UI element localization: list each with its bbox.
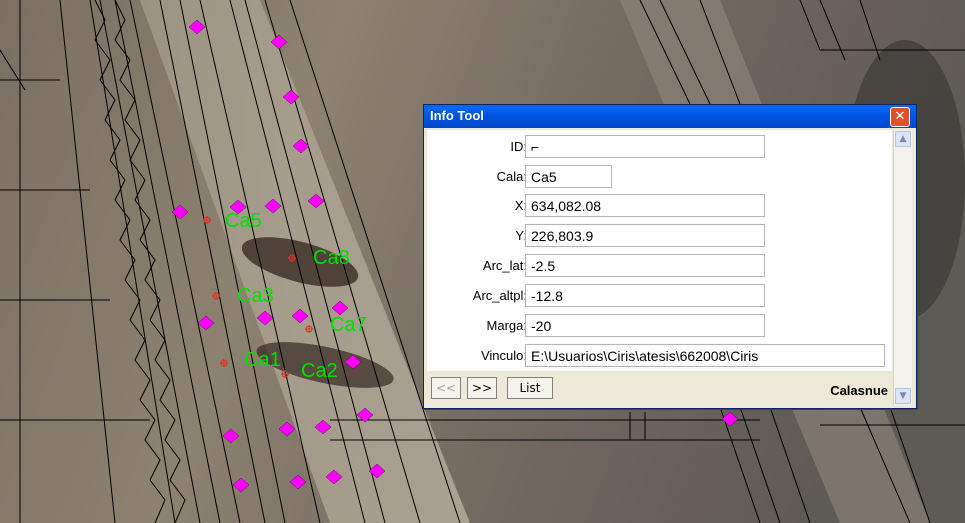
cala-field[interactable]: Ca5 (525, 165, 612, 188)
field-label-vinculo: Vinculo: (480, 348, 527, 363)
field-label-arc-altpl: Arc_altpl: (472, 288, 527, 303)
field-label-cala: Cala: (496, 169, 527, 184)
list-button[interactable]: List (507, 377, 553, 399)
vertical-scrollbar[interactable]: ▲ ▼ (893, 130, 912, 405)
previous-record-button[interactable]: << (431, 377, 461, 399)
title-bar[interactable]: Info Tool ✕ (424, 105, 916, 128)
field-label-marga: Marga: (486, 318, 527, 333)
map-label: Ca7 (330, 314, 367, 336)
map-label: Ca8 (313, 247, 350, 269)
info-tool-window[interactable]: Info Tool ✕ ID: ⌐ Cala: Ca5 X: 634,082.0… (423, 104, 917, 409)
map-label: Ca1 (244, 349, 281, 371)
window-title: Info Tool (430, 108, 484, 123)
y-field[interactable]: 226,803.9 (525, 224, 765, 247)
map-label: Ca3 (237, 285, 274, 307)
scroll-down-icon[interactable]: ▼ (895, 388, 911, 404)
arc-lat-field[interactable]: -2.5 (525, 254, 765, 277)
layer-name: Calasnue (830, 383, 888, 398)
field-label-arc-lat: Arc_lat: (482, 258, 527, 273)
next-record-button[interactable]: >> (467, 377, 497, 399)
arc-altpl-field[interactable]: -12.8 (525, 284, 765, 307)
map-label: Ca5 (225, 210, 262, 232)
footer-toolbar: << >> List Calasnue (427, 373, 892, 406)
id-field[interactable]: ⌐ (525, 135, 765, 158)
marga-field[interactable]: -20 (525, 314, 765, 337)
map-viewer[interactable]: Ca5 Ca8 Ca3 Ca7 Ca1 Ca2 Info Tool ✕ ID: … (0, 0, 965, 523)
x-field[interactable]: 634,082.08 (525, 194, 765, 217)
attribute-panel: ID: ⌐ Cala: Ca5 X: 634,082.08 Y: 226,803… (427, 130, 892, 371)
close-icon[interactable]: ✕ (890, 107, 910, 127)
scroll-up-icon[interactable]: ▲ (895, 131, 911, 147)
vinculo-field[interactable]: E:\Usuarios\Ciris\atesis\662008\Ciris (525, 344, 885, 367)
map-label: Ca2 (301, 360, 338, 382)
